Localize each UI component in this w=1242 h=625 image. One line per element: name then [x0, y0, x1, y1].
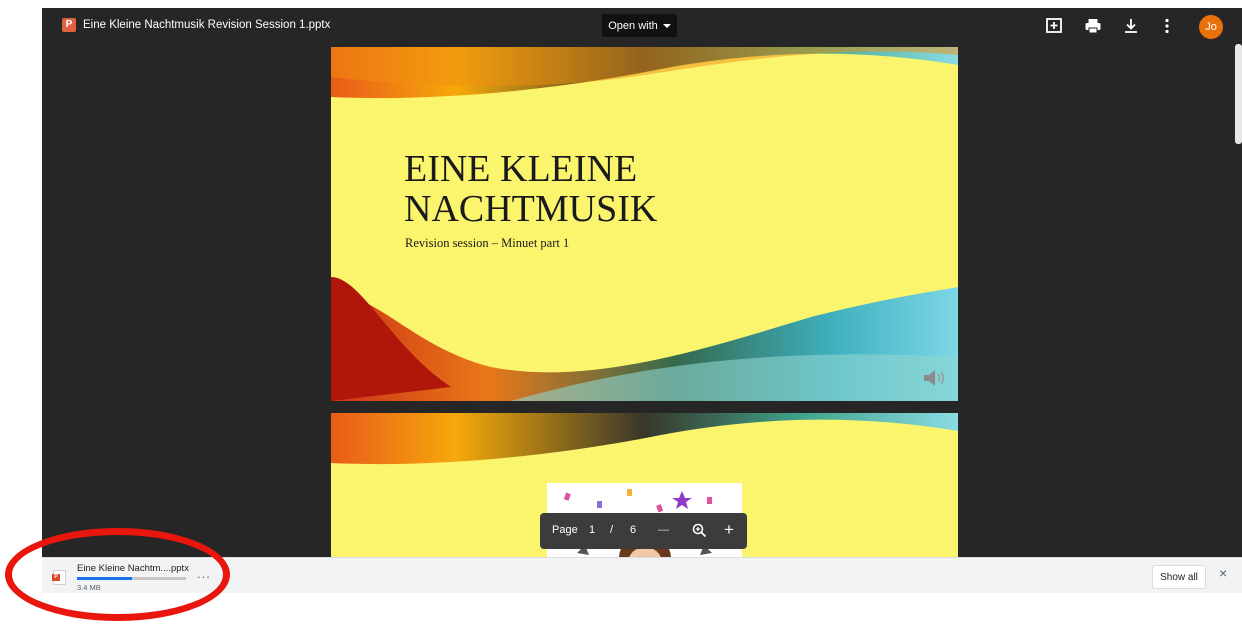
- print-icon[interactable]: [1084, 17, 1102, 35]
- slide-subtitle: Revision session – Minuet part 1: [405, 236, 570, 250]
- download-progress-fill: [77, 577, 132, 580]
- file-title: Eine Kleine Nachtmusik Revision Session …: [83, 19, 331, 31]
- page-separator: /: [610, 524, 614, 536]
- zoom-out-button[interactable]: —: [658, 524, 669, 536]
- powerpoint-file-icon: P: [62, 18, 76, 32]
- open-with-button[interactable]: Open with: [602, 14, 677, 37]
- download-bar: P Eine Kleine Nachtm....pptx 3.4 MB ... …: [42, 557, 1242, 593]
- download-more-button[interactable]: ...: [197, 566, 211, 581]
- speaker-icon[interactable]: [922, 367, 948, 389]
- download-icon[interactable]: [1122, 17, 1140, 35]
- viewer-toolbar: P Eine Kleine Nachtmusik Revision Sessio…: [42, 8, 1242, 44]
- zoom-icon[interactable]: [692, 523, 707, 538]
- slide-title: EINE KLEINE NACHTMUSIK: [404, 148, 658, 230]
- page-control: Page 1 / 6 — +: [540, 513, 747, 549]
- file-viewer: P Eine Kleine Nachtmusik Revision Sessio…: [42, 8, 1242, 557]
- add-comment-icon[interactable]: [1045, 17, 1063, 35]
- page-label: Page: [552, 524, 578, 536]
- show-all-button[interactable]: Show all: [1152, 565, 1206, 589]
- account-avatar[interactable]: Jo: [1199, 15, 1223, 39]
- more-vert-icon[interactable]: [1158, 17, 1176, 35]
- close-download-bar-icon[interactable]: ×: [1219, 565, 1227, 581]
- caret-down-icon: [662, 23, 671, 28]
- slide-1: EINE KLEINE NACHTMUSIK Revision session …: [331, 47, 958, 401]
- download-file-name[interactable]: Eine Kleine Nachtm....pptx: [77, 563, 189, 574]
- total-pages: 6: [630, 524, 637, 536]
- open-with-label: Open with: [608, 19, 658, 32]
- download-file-size: 3.4 MB: [77, 583, 101, 592]
- current-page-input[interactable]: 1: [589, 524, 595, 536]
- download-progress-bar: [77, 577, 186, 580]
- pptx-file-icon: P: [52, 570, 66, 585]
- zoom-in-button[interactable]: +: [724, 520, 734, 540]
- scrollbar-thumb[interactable]: [1235, 44, 1242, 144]
